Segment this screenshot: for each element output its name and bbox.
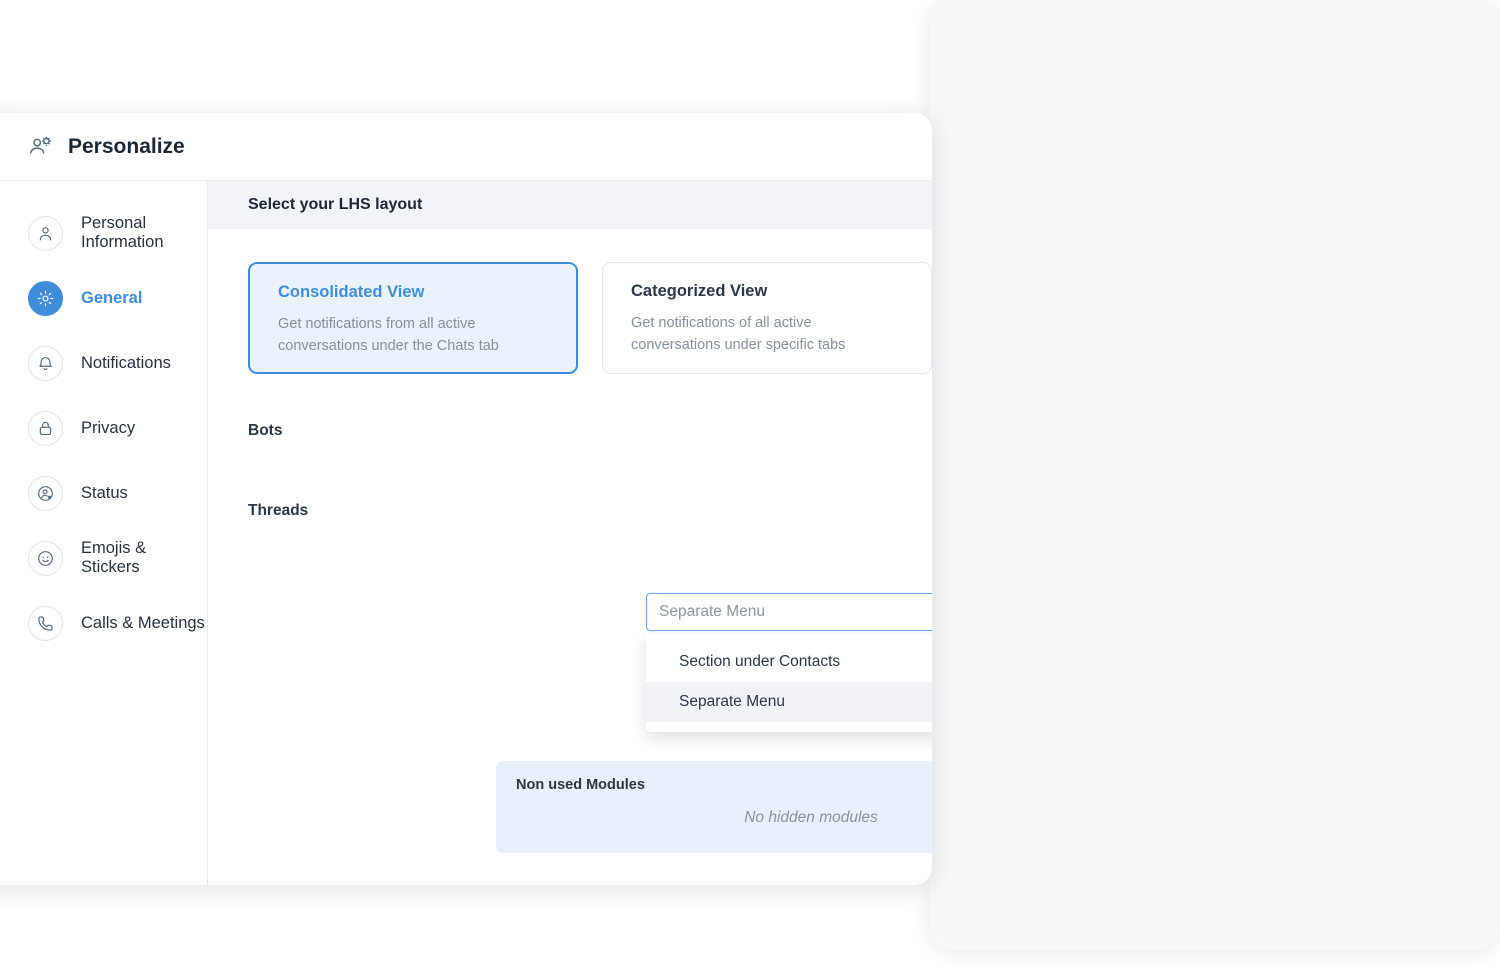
layout-option-title: Consolidated View — [278, 283, 425, 301]
field-row-bots: Bots — [208, 411, 932, 451]
settings-main: Select your LHS layout Consolidated View… — [208, 181, 932, 885]
non-used-modules-title: Non used Modules — [516, 777, 645, 793]
personalize-settings-card: Personalize Personal Information General N… — [0, 113, 932, 885]
sidebar-item-emojis-stickers[interactable]: Emojis & Stickers — [0, 534, 207, 582]
layout-option-card[interactable]: Consolidated View Get notifications from … — [248, 262, 578, 374]
dropdown-option[interactable]: Section under Contacts — [646, 642, 932, 682]
sidebar-item-privacy[interactable]: Privacy — [0, 404, 207, 452]
smiley-icon — [28, 540, 63, 576]
gear-icon — [28, 280, 63, 316]
layout-option-desc: Get notifications of all active conversa… — [631, 315, 846, 353]
person-icon — [28, 215, 63, 251]
non-used-modules-empty-text: No hidden modules — [744, 809, 878, 826]
sidebar-item-notifications[interactable]: Notifications — [0, 339, 207, 387]
settings-body: Personal Information General Notifications… — [0, 181, 932, 885]
section-title: Select your LHS layout — [208, 181, 932, 229]
sidebar-item-label: Status — [81, 483, 128, 502]
bots-select-input[interactable]: Separate Menu — [646, 593, 932, 631]
sidebar-item-label: Privacy — [81, 418, 136, 437]
bots-select-value: Separate Menu — [659, 603, 765, 620]
layout-option-desc: Get notifications from all active conver… — [278, 316, 499, 354]
sidebar-item-general[interactable]: General — [0, 274, 207, 322]
lhs-layout-options: Consolidated View Get notifications from … — [208, 229, 932, 374]
sidebar-item-personal-information[interactable]: Personal Information — [0, 209, 207, 257]
layout-option-card[interactable]: Categorized View Get notifications of all… — [602, 262, 932, 374]
bots-dropdown-menu[interactable]: Section under Contacts Separate Menu — [646, 634, 932, 732]
status-person-icon — [28, 475, 63, 511]
person-gear-icon — [28, 134, 54, 160]
sidebar-item-label: General — [81, 288, 143, 307]
bots-field-label: Bots — [248, 422, 283, 439]
sidebar-item-label: Notifications — [81, 353, 171, 372]
phone-icon — [28, 605, 63, 641]
sidebar-item-label: Personal Information — [81, 214, 164, 251]
page-title: Personalize — [68, 134, 185, 158]
layout-option-title: Categorized View — [631, 282, 768, 300]
non-used-modules-panel: Non used Modules No hidden modules — [496, 761, 932, 853]
threads-field-label: Threads — [248, 502, 309, 519]
bell-icon — [28, 345, 63, 381]
lock-icon — [28, 410, 63, 446]
sidebar-item-label: Emojis & Stickers — [81, 539, 147, 576]
screenshot-root: Click to open or Drag to rearrange CHANN… — [0, 0, 1500, 966]
field-row-threads: Threads — [208, 496, 932, 526]
settings-header: Personalize — [0, 113, 932, 181]
sidebar-item-label: Calls & Meetings — [81, 613, 205, 632]
preview-panel-card: Click to open or Drag to rearrange CHANN… — [930, 0, 1500, 950]
dropdown-option[interactable]: Separate Menu — [646, 682, 932, 722]
settings-sidebar: Personal Information General Notifications… — [0, 181, 208, 885]
sidebar-item-calls-meetings[interactable]: Calls & Meetings — [0, 599, 207, 647]
sidebar-item-status[interactable]: Status — [0, 469, 207, 517]
